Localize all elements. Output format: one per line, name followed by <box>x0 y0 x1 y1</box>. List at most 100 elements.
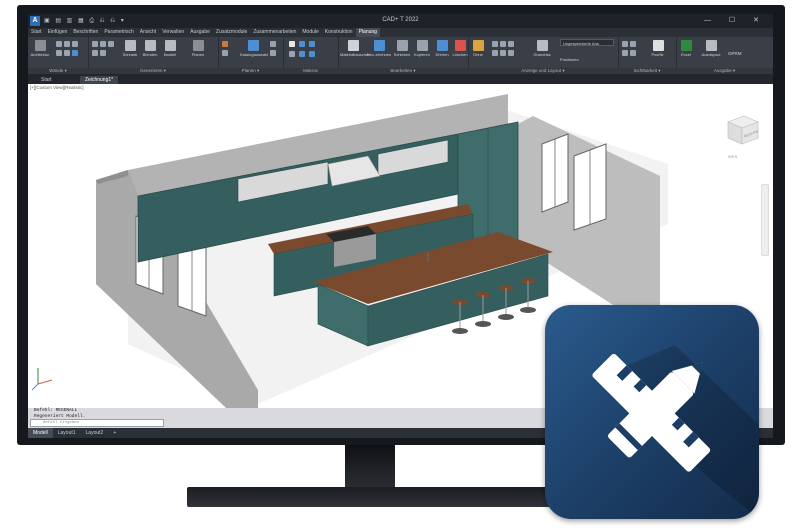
plan-icon <box>192 40 204 51</box>
grid-icon[interactable] <box>92 41 98 47</box>
grid-icon[interactable] <box>270 50 276 56</box>
pencil-ruler-icon <box>592 345 759 519</box>
schieben-button[interactable]: Schieben <box>392 40 412 57</box>
view-icon[interactable] <box>500 50 506 56</box>
kopieren-button[interactable]: Kopieren <box>412 40 432 57</box>
copy-icon <box>416 40 428 51</box>
command-input[interactable]: Befehl eingeben <box>30 419 164 427</box>
macro-icon[interactable] <box>299 51 305 57</box>
ribbon-tab-zusammenarbeiten[interactable]: Zusammenarbeiten <box>250 28 299 37</box>
window-tool-icon[interactable] <box>64 41 70 47</box>
app-badge <box>545 305 759 519</box>
grid-icon[interactable] <box>222 50 228 56</box>
grid-icon[interactable] <box>100 41 106 47</box>
doc-tab-drawing[interactable]: Zeichnung1* <box>80 76 119 84</box>
oprm-button[interactable]: OPRM <box>728 51 742 56</box>
material-icon <box>347 40 359 51</box>
grid-icon[interactable] <box>100 50 106 56</box>
architektur-button[interactable]: Architektur <box>30 40 50 57</box>
ribbon-tabs: Start Einfügen Beschriften Parametrisch Ansi… <box>28 28 773 37</box>
ribbon-tab-parametrisch[interactable]: Parametrisch <box>101 28 136 37</box>
cabinet-icon <box>124 40 136 51</box>
positionen-button[interactable]: Positionen <box>560 57 579 62</box>
window-title: CAD+ T 2022 <box>382 17 419 23</box>
document-tabs: Start Zeichnung1* <box>28 75 773 84</box>
loeschen-button[interactable]: Löschen <box>450 40 470 57</box>
ribbon-group-waende: Architektur Wände ▾ <box>28 37 89 74</box>
autolayout-button[interactable]: Autolayout <box>698 40 724 57</box>
view-icon[interactable] <box>508 50 514 56</box>
catalog-icon <box>247 40 259 51</box>
ribbon-group-planen: Katalogauswahl Planen ▾ <box>218 37 284 74</box>
macro-icon[interactable] <box>299 41 305 47</box>
katalogauswahl-button[interactable]: Katalogauswahl <box>240 40 268 57</box>
ribbon-group-anzeige: Ohne Grundriss Ungespeicherte Ans. Posit… <box>468 37 619 74</box>
ribbon-tab-verwalten[interactable]: Verwalten <box>159 28 187 37</box>
macro-icon[interactable] <box>289 51 295 57</box>
pos-nr-button[interactable]: Pos/Nr. <box>648 40 668 57</box>
visibility-icon[interactable] <box>630 50 636 56</box>
layout-tab-layout1[interactable]: Layout1 <box>53 428 81 438</box>
ribbon-panel: Architektur Wände ▾ Schrank Blenden Baut… <box>28 37 773 75</box>
layout-icon <box>705 40 717 51</box>
wcs-label[interactable]: WKS <box>728 154 737 159</box>
floorplan-icon <box>536 40 548 51</box>
doc-tab-start[interactable]: Start <box>36 76 57 84</box>
redraw-icon <box>373 40 385 51</box>
view-icon[interactable] <box>492 50 498 56</box>
numbering-icon <box>652 40 664 51</box>
ribbon-group-sichtbarkeit: Pos/Nr. Sichtbarkeit ▾ <box>618 37 677 74</box>
ribbon-tab-module[interactable]: Module <box>299 28 321 37</box>
stair-tool-icon[interactable] <box>72 50 78 56</box>
grundriss-button[interactable]: Grundriss <box>530 40 554 57</box>
planen-button[interactable]: Planen <box>188 40 208 57</box>
ribbon-tab-start[interactable]: Start <box>28 28 45 37</box>
ribbon-tab-ausgabe[interactable]: Ausgabe <box>187 28 213 37</box>
delete-icon <box>454 40 466 51</box>
column-tool-icon[interactable] <box>64 50 70 56</box>
architecture-icon <box>34 40 46 51</box>
door-tool-icon[interactable] <box>72 41 78 47</box>
diamond-icon[interactable] <box>289 41 295 47</box>
grid-icon[interactable] <box>108 41 114 47</box>
view-icon[interactable] <box>508 41 514 47</box>
ribbon-tab-konstruktion[interactable]: Konstruktion <box>322 28 356 37</box>
ribbon-tab-planung[interactable]: Planung <box>355 28 380 37</box>
drehen-button[interactable]: Drehen <box>432 40 452 57</box>
title-bar: A ▣ ▤ ▥ ▦ ⎙ ⎌ ⎌ ▾ CAD+ T 2022 — ☐ ✕ <box>28 14 773 28</box>
bauteil-button[interactable]: Bauteil <box>160 40 180 57</box>
excel-button[interactable]: Excel <box>676 40 696 57</box>
visibility-icon <box>472 40 484 51</box>
grid-icon[interactable] <box>92 50 98 56</box>
move-icon <box>396 40 408 51</box>
ohne-button[interactable]: Ohne <box>468 40 488 57</box>
macro-icon[interactable] <box>309 41 315 47</box>
grid-icon[interactable] <box>270 41 276 47</box>
add-layout-button[interactable]: + <box>108 428 121 438</box>
ribbon-tab-zusatzmodule[interactable]: Zusatzmodule <box>213 28 250 37</box>
monitor-stand-neck <box>345 445 395 487</box>
view-icon[interactable] <box>500 41 506 47</box>
materialtauscher-button[interactable]: Materialtauscher <box>340 40 370 57</box>
panel-icon <box>144 40 156 51</box>
excel-icon <box>680 40 692 51</box>
layout-tab-model[interactable]: Modell <box>28 428 53 438</box>
visibility-icon[interactable] <box>622 50 628 56</box>
ribbon-tab-beschriften[interactable]: Beschriften <box>70 28 101 37</box>
neu-zeichnen-button[interactable]: Neu zeichnen <box>366 40 392 57</box>
ribbon-tab-einfügen[interactable]: Einfügen <box>45 28 71 37</box>
ribbon-tab-ansicht[interactable]: Ansicht <box>137 28 159 37</box>
macro-icon[interactable] <box>309 51 315 57</box>
visibility-icon[interactable] <box>622 41 628 47</box>
blenden-button[interactable]: Blenden <box>140 40 160 57</box>
window-controls[interactable]: — ☐ ✕ <box>704 16 767 24</box>
visibility-icon[interactable] <box>630 41 636 47</box>
schrank-button[interactable]: Schrank <box>120 40 140 57</box>
navigation-bar[interactable] <box>761 184 769 256</box>
brush-icon[interactable] <box>222 41 228 47</box>
wall-tool-icon[interactable] <box>56 41 62 47</box>
view-icon[interactable] <box>492 41 498 47</box>
layout-tab-layout2[interactable]: Layout2 <box>81 428 109 438</box>
view-dropdown[interactable]: Ungespeicherte Ans. <box>560 39 614 46</box>
room-tool-icon[interactable] <box>56 50 62 56</box>
